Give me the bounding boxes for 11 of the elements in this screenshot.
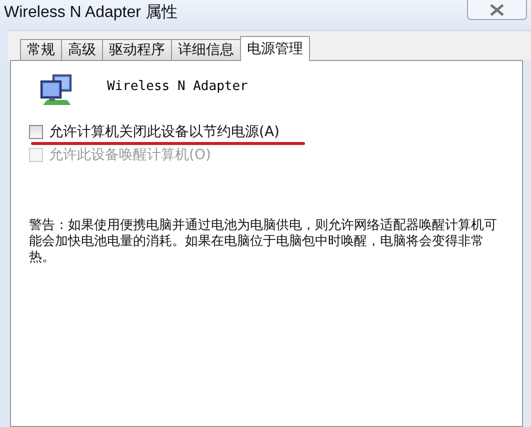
- warning-text: 警告：如果使用便携电脑并通过电池为电脑供电，则允许网络适配器唤醒计算机可能会加快电池电量的消耗。如果在电脑位于电脑包中时唤醒，电脑将会变得非常热。: [29, 218, 498, 266]
- tab[interactable]: 详细信息: [171, 39, 241, 60]
- tab[interactable]: 常规: [20, 39, 62, 60]
- device-name: Wireless N Adapter: [107, 78, 248, 94]
- close-icon: [488, 2, 506, 16]
- tab[interactable]: 高级: [61, 39, 103, 60]
- checkbox[interactable]: [29, 125, 43, 139]
- window-title: Wireless N Adapter 属性: [4, 3, 178, 23]
- tab[interactable]: 驱动程序: [102, 39, 172, 60]
- close-button[interactable]: [467, 0, 527, 20]
- tab[interactable]: 电源管理: [240, 36, 310, 61]
